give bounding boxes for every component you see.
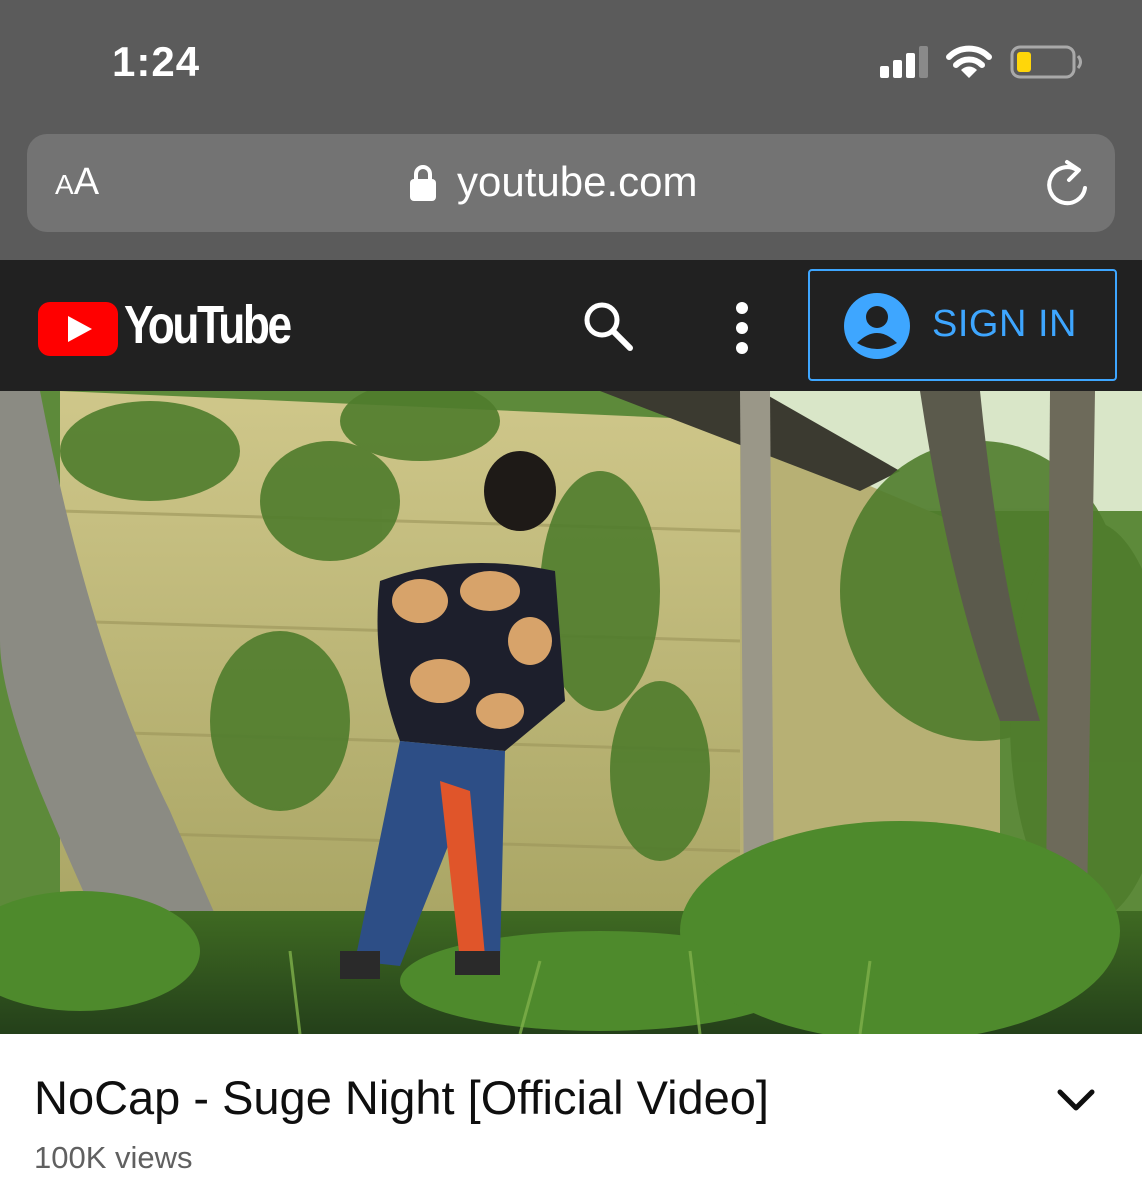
status-bar: 1:24: [0, 0, 1142, 120]
sign-in-label: SIGN IN: [932, 303, 1077, 345]
text-size-button[interactable]: AA: [55, 160, 99, 207]
sign-in-button[interactable]: SIGN IN: [808, 269, 1117, 381]
youtube-logo-text: YouTube: [124, 295, 292, 355]
youtube-play-icon: [38, 302, 118, 356]
video-player[interactable]: [0, 391, 1142, 1034]
status-time: 1:24: [112, 38, 201, 85]
account-circle-icon: [844, 293, 910, 359]
reload-icon[interactable]: [1043, 158, 1091, 210]
view-count: 100K views: [34, 1140, 193, 1175]
wifi-icon: [946, 45, 992, 78]
battery-low-icon: [1010, 45, 1082, 79]
browser-toolbar: AA youtube.com: [0, 120, 1142, 260]
address-bar[interactable]: AA youtube.com: [27, 134, 1115, 232]
youtube-header: YouTube SIGN IN: [0, 260, 1142, 391]
text-size-small-letter: A: [55, 169, 74, 200]
url-text[interactable]: youtube.com: [457, 156, 697, 208]
more-vertical-icon[interactable]: [728, 300, 756, 356]
youtube-logo[interactable]: YouTube: [38, 295, 298, 356]
cellular-signal-icon: [880, 46, 928, 78]
lock-icon: [410, 165, 436, 201]
chevron-down-icon[interactable]: [1054, 1082, 1098, 1118]
video-frame: [0, 391, 1142, 1034]
text-size-large-letter: A: [73, 161, 100, 203]
video-title[interactable]: NoCap - Suge Night [Official Video]: [34, 1068, 769, 1128]
search-icon[interactable]: [580, 298, 636, 354]
